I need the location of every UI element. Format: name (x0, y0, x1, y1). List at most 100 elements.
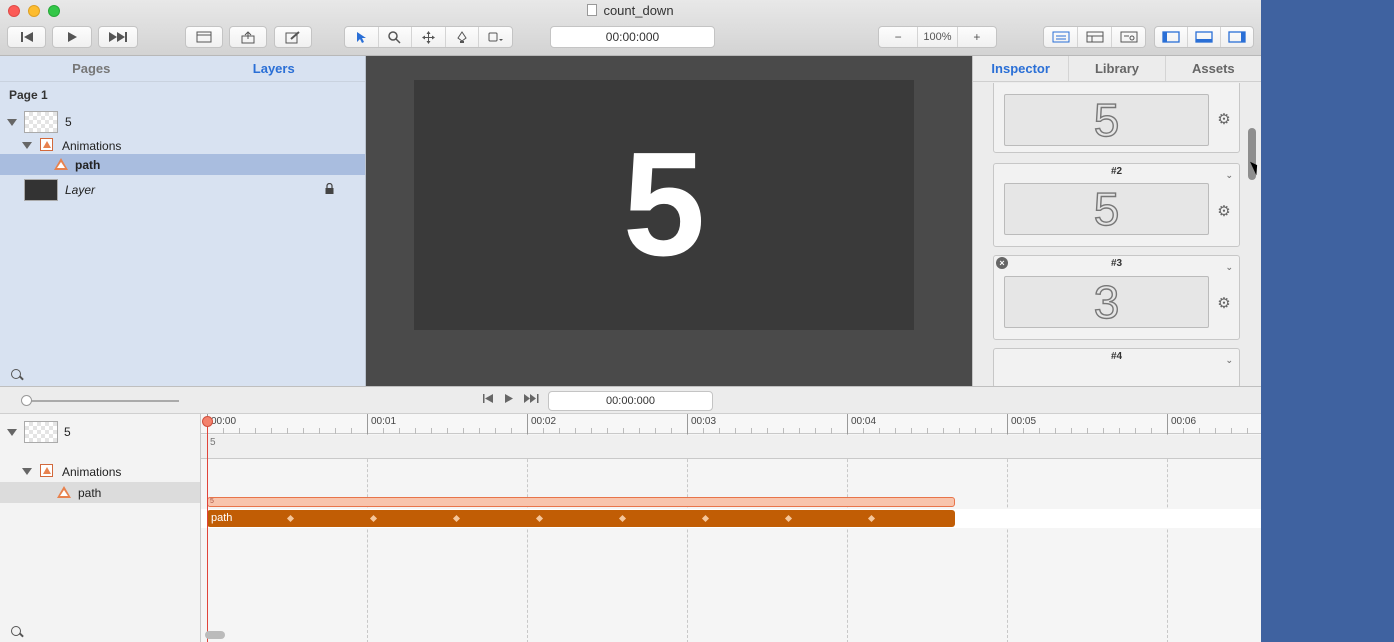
tab-pages[interactable]: Pages (0, 56, 183, 81)
layer-name: 5 (65, 115, 72, 129)
ruler-minor-tick (831, 428, 832, 434)
keyframe-card[interactable]: 5 ⚙ (993, 83, 1240, 153)
zoom-out-button[interactable]: − (879, 27, 919, 47)
go-to-start-button[interactable] (7, 26, 46, 48)
search-icon[interactable] (11, 369, 21, 379)
chevron-down-icon[interactable]: ⌄ (1225, 259, 1233, 275)
play-button[interactable] (52, 26, 92, 48)
toolbar-time-display[interactable]: 00:00:000 (550, 26, 715, 48)
app-window: count_down 00:00:000 − 100% + Pages Laye… (0, 0, 1261, 642)
search-icon[interactable] (11, 626, 21, 636)
keyframe-card[interactable]: #2 ⌄ 5 ⚙ (993, 163, 1240, 247)
timeline-play-button[interactable] (504, 393, 514, 407)
timeline-fast-forward-button[interactable] (523, 393, 540, 407)
ruler-minor-tick (1199, 428, 1200, 434)
chevron-down-icon[interactable]: ⌄ (1225, 167, 1233, 183)
artboard[interactable]: 5 (414, 80, 914, 330)
move-tool[interactable] (412, 27, 446, 47)
keyframe-title: #2 ⌄ (994, 164, 1239, 180)
align-option-2[interactable] (1078, 27, 1112, 47)
tab-assets[interactable]: Assets (1166, 56, 1261, 81)
ruler-minor-tick (815, 428, 816, 434)
timeline-horizontal-scrollbar[interactable] (205, 631, 225, 639)
layer-row-path[interactable]: path (0, 154, 365, 175)
tab-layers[interactable]: Layers (183, 56, 366, 81)
time-ruler[interactable]: 00:00 00:01 00:02 00:03 00:04 00:05 00:06 (201, 414, 1261, 434)
zoom-tool[interactable] (379, 27, 413, 47)
share-icon (241, 30, 255, 43)
path-animation-bar[interactable]: path (207, 510, 955, 527)
ruler-minor-tick (735, 428, 736, 434)
ruler-minor-tick (511, 428, 512, 434)
ruler-minor-tick (1023, 428, 1024, 434)
skip-back-icon (20, 32, 33, 42)
timeline-zoom-slider[interactable] (24, 400, 179, 402)
countdown-number[interactable]: 5 (623, 131, 705, 279)
disclosure-triangle-icon[interactable] (7, 429, 17, 436)
disclosure-triangle-icon[interactable] (22, 142, 32, 149)
ruler-minor-tick (703, 428, 704, 434)
export-button[interactable] (229, 26, 267, 48)
ruler-minor-tick (623, 428, 624, 434)
timeline-row-5[interactable]: 5 (0, 421, 200, 443)
animations-bar[interactable]: 5 (207, 497, 955, 507)
preview-button[interactable] (185, 26, 223, 48)
ruler-minor-tick (1071, 428, 1072, 434)
toggle-right-panel[interactable] (1221, 27, 1253, 47)
gridline (847, 434, 848, 642)
edit-button[interactable] (274, 26, 312, 48)
arrow-cursor-icon (357, 31, 367, 43)
keyframe-preview[interactable]: 5 (1004, 94, 1209, 146)
ruler-major-tick (527, 414, 528, 434)
ruler-major-tick (847, 414, 848, 434)
timeline-time-display[interactable]: 00:00:000 (548, 391, 713, 411)
layer-row-layer[interactable]: Layer (0, 178, 365, 202)
sidebar-left-icon (1162, 31, 1180, 43)
ruler-minor-tick (895, 428, 896, 434)
gear-icon[interactable]: ⚙ (1217, 112, 1231, 127)
keyframe-preview[interactable]: 5 (1004, 183, 1209, 235)
layer-row-5[interactable]: 5 (0, 110, 365, 134)
gear-icon[interactable]: ⚙ (1217, 296, 1231, 311)
fast-forward-button[interactable] (98, 26, 138, 48)
pen-tool[interactable] (446, 27, 480, 47)
document-icon (587, 4, 598, 16)
toggle-bottom-panel[interactable] (1188, 27, 1221, 47)
ruler-minor-tick (223, 428, 224, 434)
align-option-1[interactable] (1044, 27, 1078, 47)
chevron-down-icon[interactable]: ⌄ (1225, 352, 1233, 368)
lock-icon[interactable] (325, 183, 334, 195)
window-title: count_down (0, 3, 1261, 18)
remove-keyframe-icon[interactable]: × (996, 257, 1008, 269)
zoom-in-button[interactable]: + (958, 27, 996, 47)
toggle-left-panel[interactable] (1155, 27, 1188, 47)
ruler-minor-tick (303, 428, 304, 434)
keyframe-preview[interactable]: 3 (1004, 276, 1209, 328)
playhead-handle[interactable] (202, 416, 213, 427)
align-option-3[interactable] (1112, 27, 1145, 47)
timeline-row-path[interactable]: path (0, 482, 200, 503)
gear-icon[interactable]: ⚙ (1217, 204, 1231, 219)
playhead[interactable] (207, 422, 208, 642)
ruler-minor-tick (239, 428, 240, 434)
ruler-minor-tick (431, 428, 432, 434)
page-label: Page 1 (9, 88, 48, 102)
select-tool[interactable] (345, 27, 379, 47)
keyframe-card[interactable]: × #3 ⌄ 3 ⚙ (993, 255, 1240, 340)
left-panel-tabs: Pages Layers (0, 56, 365, 82)
disclosure-triangle-icon[interactable] (7, 119, 17, 126)
timeline-zoom-slider-knob[interactable] (21, 395, 32, 406)
zoom-level[interactable]: 100% (918, 27, 958, 47)
move-arrows-icon (421, 30, 435, 44)
timeline-row-animations[interactable]: Animations (0, 460, 200, 482)
ruler-minor-tick (943, 428, 944, 434)
disclosure-triangle-icon[interactable] (22, 468, 32, 475)
keyframe-card[interactable]: #4 ⌄ (993, 348, 1240, 386)
tab-library[interactable]: Library (1069, 56, 1166, 81)
timeline-go-to-start-button[interactable] (482, 393, 494, 407)
track-5[interactable]: 5 (201, 435, 1261, 459)
layer-thumbnail (24, 421, 58, 443)
path-animation-icon (57, 486, 71, 498)
tab-inspector[interactable]: Inspector (973, 56, 1070, 81)
shape-tool[interactable] (479, 27, 512, 47)
